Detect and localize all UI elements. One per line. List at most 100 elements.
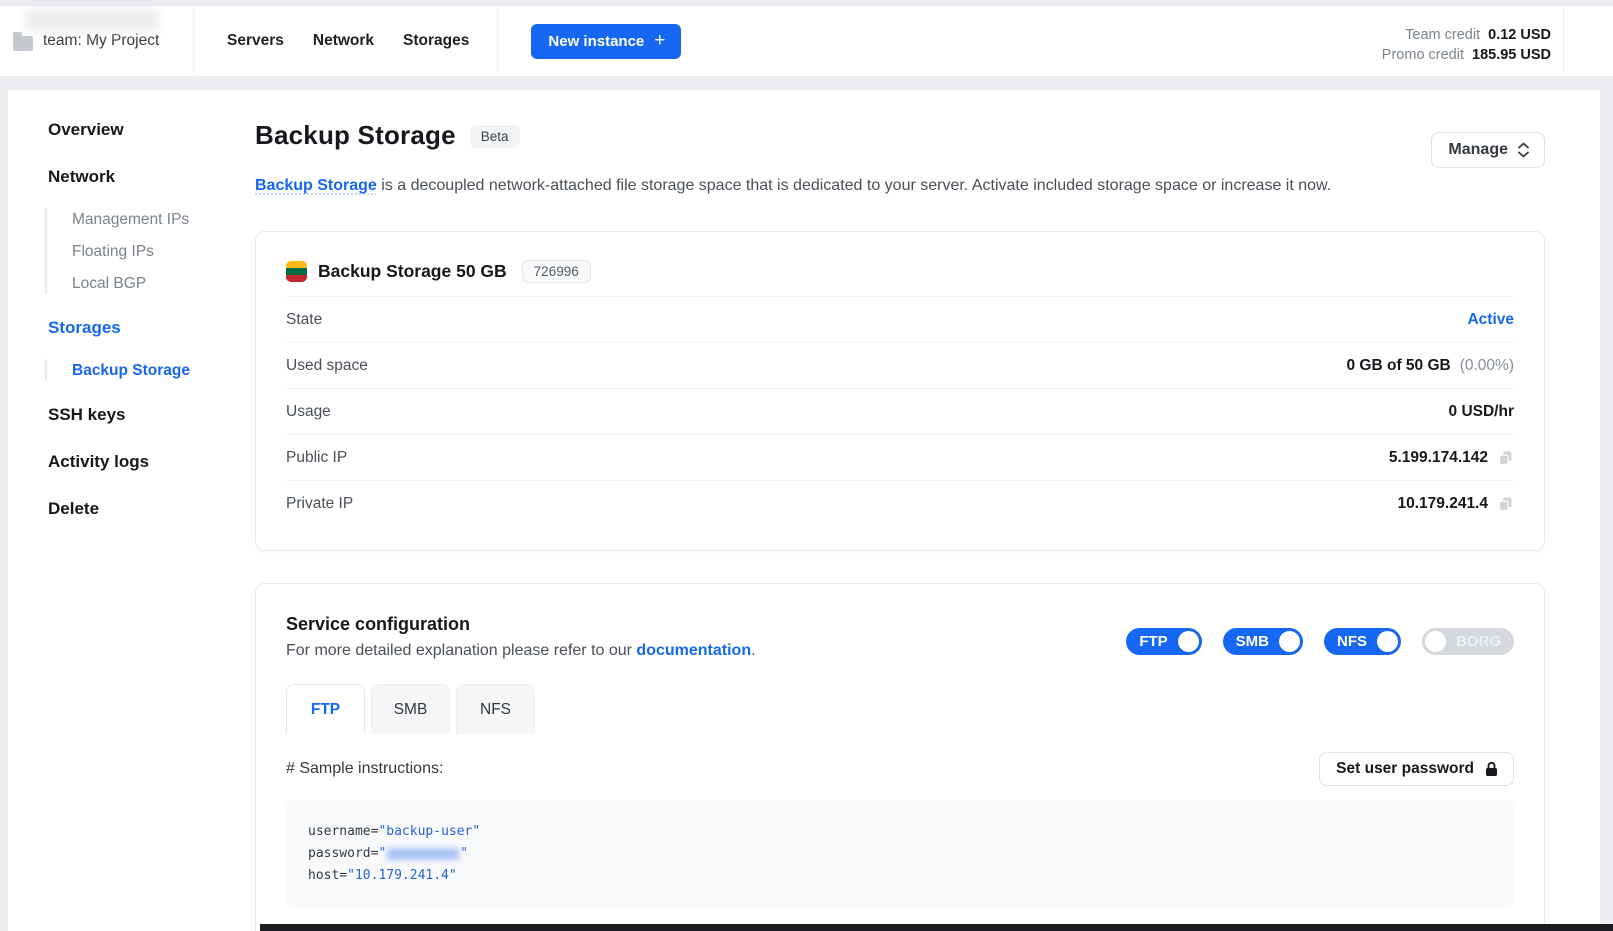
plus-icon: + (654, 31, 665, 50)
borg-toggle[interactable]: BORG (1422, 628, 1514, 655)
code-quote: " (378, 846, 386, 861)
promo-credit-value: 185.95 USD (1472, 45, 1551, 65)
team-credit-row: Team credit 0.12 USD (1382, 25, 1551, 45)
credits-panel: Team credit 0.12 USD Promo credit 185.95… (1382, 25, 1551, 65)
lock-icon (1484, 761, 1499, 777)
used-space-percent: (0.00%) (1460, 357, 1514, 375)
ftp-toggle-label: FTP (1129, 633, 1177, 650)
copy-icon[interactable] (1497, 495, 1514, 512)
redacted-logo (26, 8, 158, 32)
header-divider (1563, 8, 1564, 74)
chevron-up-down-icon (1517, 141, 1530, 159)
code-string: "10.179.241.4" (347, 868, 457, 883)
code-line-host: host="10.179.241.4" (308, 865, 1492, 887)
tab-nfs[interactable]: NFS (456, 684, 535, 734)
documentation-link[interactable]: documentation (636, 642, 751, 659)
protocol-toggles: FTP SMB NFS BORG (1126, 628, 1514, 655)
service-card-subtitle: For more detailed explanation please ref… (286, 642, 756, 660)
table-row-state: State Active (286, 296, 1514, 342)
toggle-knob (1178, 631, 1199, 652)
tab-smb[interactable]: SMB (371, 684, 450, 734)
service-card-title: Service configuration (286, 614, 756, 635)
sidebar: Overview Network Management IPs Floating… (8, 90, 255, 931)
main-nav: Servers Network Storages (227, 32, 469, 50)
sidebar-storages-subgroup: Backup Storage (45, 359, 255, 381)
storage-card-header: Backup Storage 50 GB 726996 (286, 260, 1514, 283)
storage-card-title: Backup Storage 50 GB (318, 261, 507, 282)
sidebar-item-activity-logs[interactable]: Activity logs (48, 452, 255, 472)
sidebar-item-storages[interactable]: Storages (48, 318, 255, 338)
row-label: Private IP (286, 495, 353, 513)
code-key: host= (308, 868, 347, 883)
page-head: Backup Storage Beta Manage (255, 120, 1545, 168)
lithuania-flag-icon (286, 261, 307, 282)
service-card-header: Service configuration For more detailed … (286, 614, 1514, 660)
table-row-public-ip: Public IP 5.199.174.142 (286, 434, 1514, 480)
private-ip-value: 10.179.241.4 (1397, 495, 1488, 513)
manage-button-label: Manage (1448, 141, 1508, 159)
sidebar-item-network[interactable]: Network (48, 167, 255, 187)
set-user-password-label: Set user password (1336, 760, 1474, 778)
row-label: Usage (286, 403, 331, 421)
toggle-knob (1377, 631, 1398, 652)
code-string: "backup-user" (378, 824, 480, 839)
title-wrap: Backup Storage Beta (255, 120, 520, 151)
page-description-text: is a decoupled network-attached file sto… (377, 177, 1331, 194)
backup-storage-link[interactable]: Backup Storage (255, 177, 377, 194)
code-key: username= (308, 824, 378, 839)
public-ip-value-wrap: 5.199.174.142 (1389, 449, 1514, 467)
tab-ftp[interactable]: FTP (286, 684, 365, 734)
nfs-toggle[interactable]: NFS (1324, 628, 1401, 655)
toggle-knob (1425, 631, 1446, 652)
new-instance-button[interactable]: New instance + (531, 24, 681, 59)
private-ip-value-wrap: 10.179.241.4 (1397, 495, 1514, 513)
sidebar-network-subgroup: Management IPs Floating IPs Local BGP (45, 208, 255, 294)
sidebar-item-local-bgp[interactable]: Local BGP (72, 275, 255, 293)
promo-credit-row: Promo credit 185.95 USD (1382, 45, 1551, 65)
table-row-private-ip: Private IP 10.179.241.4 (286, 480, 1514, 526)
project-selector[interactable]: team: My Project (0, 6, 194, 76)
bottom-cutoff-bar (260, 924, 1613, 931)
nav-item-storages[interactable]: Storages (403, 32, 469, 50)
sidebar-item-backup-storage[interactable]: Backup Storage (72, 362, 255, 380)
sidebar-item-ssh-keys[interactable]: SSH keys (48, 405, 255, 425)
code-key: password= (308, 846, 378, 861)
service-configuration-card: Service configuration For more detailed … (255, 583, 1545, 931)
sidebar-item-overview[interactable]: Overview (48, 120, 255, 140)
smb-toggle[interactable]: SMB (1223, 628, 1303, 655)
service-card-titles: Service configuration For more detailed … (286, 614, 756, 660)
state-value: Active (1467, 311, 1514, 329)
table-row-used-space: Used space 0 GB of 50 GB (0.00%) (286, 342, 1514, 388)
main-panel: Overview Network Management IPs Floating… (8, 90, 1600, 931)
sample-code-block[interactable]: username="backup-user" password="" host=… (286, 800, 1514, 908)
storage-id-badge: 726996 (522, 260, 591, 283)
manage-button[interactable]: Manage (1431, 132, 1545, 168)
protocol-tabs: FTP SMB NFS (286, 684, 1514, 734)
usage-value: 0 USD/hr (1449, 403, 1514, 421)
sample-instructions-row: # Sample instructions: Set user password (286, 752, 1514, 786)
used-space-amount: 0 GB of 50 GB (1347, 357, 1451, 375)
page-description: Backup Storage is a decoupled network-at… (255, 177, 1545, 195)
sidebar-item-delete[interactable]: Delete (48, 499, 255, 519)
redacted-password (387, 848, 459, 860)
code-line-password: password="" (308, 843, 1492, 865)
row-label: State (286, 311, 322, 329)
nav-item-network[interactable]: Network (313, 32, 374, 50)
ftp-toggle[interactable]: FTP (1126, 628, 1201, 655)
sidebar-item-management-ips[interactable]: Management IPs (72, 211, 255, 229)
code-quote: " (460, 846, 468, 861)
row-label: Public IP (286, 449, 347, 467)
sample-instructions-heading: # Sample instructions: (286, 760, 443, 778)
folder-icon (13, 36, 33, 51)
sidebar-item-floating-ips[interactable]: Floating IPs (72, 243, 255, 261)
header: team: My Project Servers Network Storage… (0, 6, 1613, 76)
nav-item-servers[interactable]: Servers (227, 32, 284, 50)
app-window: team: My Project Servers Network Storage… (0, 0, 1613, 931)
set-user-password-button[interactable]: Set user password (1319, 752, 1514, 786)
subtitle-period: . (751, 642, 755, 659)
header-divider (497, 8, 498, 74)
used-space-value: 0 GB of 50 GB (0.00%) (1347, 357, 1515, 375)
nfs-toggle-label: NFS (1327, 633, 1377, 650)
promo-credit-label: Promo credit (1382, 45, 1464, 65)
copy-icon[interactable] (1497, 449, 1514, 466)
